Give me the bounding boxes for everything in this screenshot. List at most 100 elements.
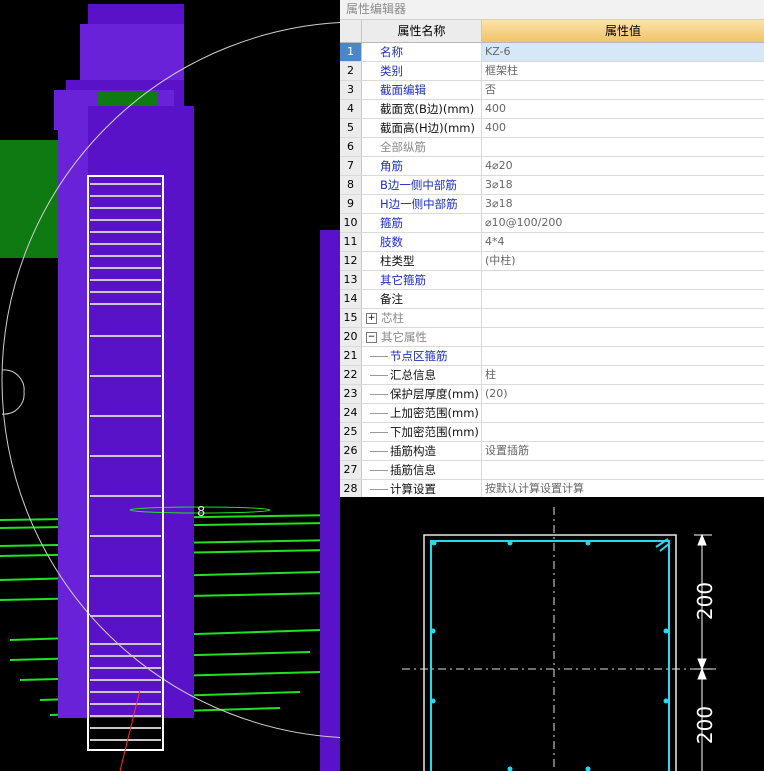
property-name-cell: 箍筋: [362, 214, 482, 232]
property-value[interactable]: 按默认计算设置计算: [482, 480, 764, 497]
property-row[interactable]: 28 计算设置 按默认计算设置计算: [340, 480, 764, 497]
row-number: 10: [340, 214, 362, 232]
property-row[interactable]: 6 全部纵筋: [340, 138, 764, 157]
property-value[interactable]: 400: [482, 100, 764, 118]
property-row[interactable]: 13 其它箍筋: [340, 271, 764, 290]
property-value[interactable]: [482, 138, 764, 156]
property-value[interactable]: [482, 271, 764, 289]
tree-connector: [370, 394, 388, 395]
property-name: 下加密范围(mm): [390, 425, 479, 439]
row-number: 13: [340, 271, 362, 289]
property-row[interactable]: 7 角筋 4⌀20: [340, 157, 764, 176]
expand-icon[interactable]: +: [366, 313, 377, 324]
property-row[interactable]: 23 保护层厚度(mm) (20): [340, 385, 764, 404]
property-row[interactable]: 27 插筋信息: [340, 461, 764, 480]
section-preview[interactable]: 200 200: [340, 497, 764, 771]
property-name: 截面宽(B边)(mm): [380, 102, 475, 116]
row-number: 27: [340, 461, 362, 479]
property-value[interactable]: (中柱): [482, 252, 764, 270]
property-row[interactable]: 14 备注: [340, 290, 764, 309]
property-row[interactable]: 2 类别 框架柱: [340, 62, 764, 81]
property-row[interactable]: 12 柱类型 (中柱): [340, 252, 764, 271]
property-name-cell: 节点区箍筋: [362, 347, 482, 365]
property-name-cell: 类别: [362, 62, 482, 80]
tree-connector: [370, 356, 388, 357]
axis-label: 8: [197, 505, 205, 520]
property-row[interactable]: 21 节点区箍筋: [340, 347, 764, 366]
property-value[interactable]: 4*4: [482, 233, 764, 251]
property-value[interactable]: [482, 461, 764, 479]
row-number: 11: [340, 233, 362, 251]
property-row[interactable]: 24 上加密范围(mm): [340, 404, 764, 423]
property-value[interactable]: 柱: [482, 366, 764, 384]
property-row[interactable]: 22 汇总信息 柱: [340, 366, 764, 385]
property-name: H边一侧中部筋: [380, 197, 458, 211]
header-value-column: 属性值: [482, 20, 764, 42]
property-row[interactable]: 3 截面编辑 否: [340, 81, 764, 100]
property-name: 类别: [380, 64, 403, 78]
row-number: 1: [340, 43, 362, 61]
property-row[interactable]: 25 下加密范围(mm): [340, 423, 764, 442]
property-row[interactable]: 5 截面高(H边)(mm) 400: [340, 119, 764, 138]
tree-connector: [370, 451, 388, 452]
row-number: 14: [340, 290, 362, 308]
property-row[interactable]: 20− 其它属性: [340, 328, 764, 347]
property-value[interactable]: 设置插筋: [482, 442, 764, 460]
property-name-cell: 汇总信息: [362, 366, 482, 384]
property-row[interactable]: 11 肢数 4*4: [340, 233, 764, 252]
row-number: 22: [340, 366, 362, 384]
property-value[interactable]: 3⌀18: [482, 195, 764, 213]
property-value[interactable]: 否: [482, 81, 764, 99]
row-number: 15: [340, 309, 362, 327]
property-name: 其它箍筋: [380, 273, 426, 287]
property-row[interactable]: 4 截面宽(B边)(mm) 400: [340, 100, 764, 119]
property-name-cell: 名称: [362, 43, 482, 61]
property-row[interactable]: 1 名称 KZ-6: [340, 43, 764, 62]
property-value[interactable]: 4⌀20: [482, 157, 764, 175]
row-number: 2: [340, 62, 362, 80]
row-number: 9: [340, 195, 362, 213]
property-row[interactable]: 8 B边一侧中部筋 3⌀18: [340, 176, 764, 195]
row-number: 25: [340, 423, 362, 441]
property-value[interactable]: (20): [482, 385, 764, 403]
property-value[interactable]: 400: [482, 119, 764, 137]
property-value[interactable]: [482, 404, 764, 422]
row-number: 28: [340, 480, 362, 497]
property-name-cell: 截面高(H边)(mm): [362, 119, 482, 137]
property-value[interactable]: [482, 328, 764, 346]
property-name: 角筋: [380, 159, 403, 173]
row-number: 20: [340, 328, 362, 346]
collapse-icon[interactable]: −: [366, 332, 377, 343]
property-name-cell: 插筋构造: [362, 442, 482, 460]
property-value[interactable]: 框架柱: [482, 62, 764, 80]
property-name-cell: 保护层厚度(mm): [362, 385, 482, 403]
property-name-cell: + 芯柱: [362, 309, 482, 327]
header-name-column: 属性名称: [362, 20, 482, 42]
property-value[interactable]: KZ-6: [482, 43, 764, 61]
property-name: 插筋构造: [390, 444, 436, 458]
property-value[interactable]: 3⌀18: [482, 176, 764, 194]
tree-connector: [370, 489, 388, 490]
property-value[interactable]: [482, 309, 764, 327]
property-row[interactable]: 10 箍筋 ⌀10@100/200: [340, 214, 764, 233]
property-value[interactable]: [482, 423, 764, 441]
property-row[interactable]: 15 + 芯柱: [340, 309, 764, 328]
3d-viewport[interactable]: 8: [0, 0, 340, 771]
row-number: 12: [340, 252, 362, 270]
dimension-bottom: 200: [693, 706, 717, 744]
row-number: 24: [340, 404, 362, 422]
property-name: 其它属性: [381, 330, 427, 344]
property-value[interactable]: [482, 347, 764, 365]
property-row[interactable]: 26 插筋构造 设置插筋: [340, 442, 764, 461]
property-row[interactable]: 9 H边一侧中部筋 3⌀18: [340, 195, 764, 214]
row-number: 7: [340, 157, 362, 175]
property-name-cell: H边一侧中部筋: [362, 195, 482, 213]
row-number: 8: [340, 176, 362, 194]
property-name: 上加密范围(mm): [390, 406, 479, 420]
property-value[interactable]: [482, 290, 764, 308]
row-number: 21: [340, 347, 362, 365]
property-name-cell: 角筋: [362, 157, 482, 175]
property-value[interactable]: ⌀10@100/200: [482, 214, 764, 232]
property-rows: 1 名称 KZ-6 2 类别 框架柱 3 截面编辑 否 4 截面宽(B边)(mm) 400 5 截面高(H…: [340, 43, 764, 497]
property-name: 汇总信息: [390, 368, 436, 382]
